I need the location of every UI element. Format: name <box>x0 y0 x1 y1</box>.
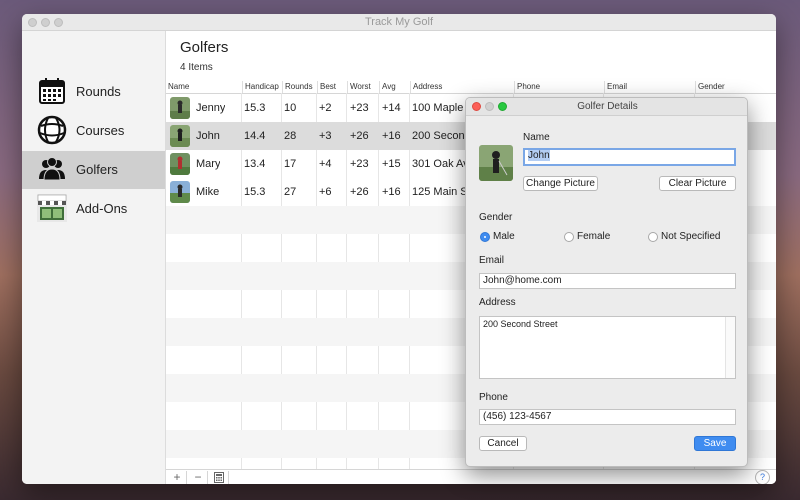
sidebar-item-label: Golfers <box>76 162 118 177</box>
minimize-window-button[interactable] <box>41 18 50 27</box>
clear-picture-button[interactable]: Clear Picture <box>659 176 736 191</box>
change-picture-button[interactable]: Change Picture <box>523 176 598 191</box>
globe-icon <box>36 114 68 146</box>
page-title: Golfers <box>180 39 229 56</box>
cell-handicap: 15.3 <box>244 102 266 114</box>
cell-worst: +26 <box>350 186 369 198</box>
calendar-icon <box>36 75 68 107</box>
cell-best: +3 <box>319 130 332 142</box>
cell-worst: +23 <box>350 102 369 114</box>
sidebar-item-label: Rounds <box>76 84 121 99</box>
cell-avg: +14 <box>382 102 401 114</box>
column-header-email[interactable]: Email <box>604 81 695 93</box>
name-field[interactable]: John <box>523 148 736 166</box>
dialog-title: Golfer Details <box>577 101 638 112</box>
dialog-zoom-button[interactable] <box>498 102 507 111</box>
dialog-minimize-button[interactable] <box>485 102 494 111</box>
people-icon <box>36 153 68 185</box>
address-scrollbar[interactable] <box>725 317 735 378</box>
gender-not-specified-label: Not Specified <box>661 231 721 242</box>
name-label: Name <box>523 132 550 143</box>
window-title: Track My Golf <box>364 16 434 28</box>
gender-label: Gender <box>479 212 513 223</box>
golfer-photo[interactable] <box>479 145 513 181</box>
address-field-value: 200 Second Street <box>483 319 558 329</box>
cell-name: John <box>196 130 220 142</box>
store-icon <box>36 192 68 224</box>
email-label: Email <box>479 255 505 266</box>
save-button[interactable]: Save <box>694 436 736 451</box>
cell-rounds: 10 <box>284 102 297 114</box>
address-field[interactable]: 200 Second Street <box>479 316 736 379</box>
gender-not-specified-radio[interactable] <box>648 232 658 242</box>
cell-avg: +15 <box>382 158 401 170</box>
avatar <box>170 153 190 175</box>
dialog-title-bar: Golfer Details <box>466 98 747 116</box>
remove-golfer-button[interactable]: − <box>189 471 208 484</box>
cell-worst: +23 <box>350 158 369 170</box>
cell-name: Mike <box>196 186 220 198</box>
help-button[interactable]: ? <box>755 470 770 484</box>
cell-rounds: 17 <box>284 158 297 170</box>
cell-handicap: 15.3 <box>244 186 266 198</box>
table-bottom-bar: + − ? <box>166 469 776 484</box>
cell-rounds: 27 <box>284 186 297 198</box>
add-golfer-button[interactable]: + <box>168 471 187 484</box>
address-label: Address <box>479 297 516 308</box>
avatar <box>170 125 190 147</box>
cell-best: +4 <box>319 158 332 170</box>
cell-best: +6 <box>319 186 332 198</box>
sidebar-item-label: Add-Ons <box>76 201 128 216</box>
gender-male-radio[interactable] <box>480 232 490 242</box>
name-field-value: John <box>528 150 550 161</box>
item-count: 4 Items <box>180 62 213 73</box>
column-header-handicap[interactable]: Handicap <box>242 81 282 93</box>
sidebar-item-golfers[interactable]: Golfers <box>22 151 165 189</box>
cell-handicap: 13.4 <box>244 158 266 170</box>
calculator-icon <box>214 472 224 483</box>
column-header-address[interactable]: Address <box>410 81 514 93</box>
column-header-rounds[interactable]: Rounds <box>282 81 317 93</box>
column-header-name[interactable]: Name <box>166 81 242 93</box>
title-bar: Track My Golf <box>22 14 776 31</box>
zoom-window-button[interactable] <box>54 18 63 27</box>
column-header-phone[interactable]: Phone <box>514 81 604 93</box>
avatar <box>170 97 190 119</box>
sidebar-item-add-ons[interactable]: Add-Ons <box>22 190 165 228</box>
cell-handicap: 14.4 <box>244 130 266 142</box>
column-header-worst[interactable]: Worst <box>347 81 379 93</box>
gender-female-label: Female <box>577 231 611 242</box>
gender-male-label: Male <box>493 231 515 242</box>
phone-field[interactable]: (456) 123-4567 <box>479 409 736 425</box>
gender-female-radio[interactable] <box>564 232 574 242</box>
cell-rounds: 28 <box>284 130 297 142</box>
calculator-button[interactable] <box>210 471 229 484</box>
column-header-gender[interactable]: Gender <box>695 81 776 93</box>
golfer-details-dialog: Golfer Details Name John Change Picture … <box>465 97 748 467</box>
phone-label: Phone <box>479 392 508 403</box>
cell-best: +2 <box>319 102 332 114</box>
column-header-avg[interactable]: Avg <box>379 81 410 93</box>
cell-name: Mary <box>196 158 221 170</box>
cell-avg: +16 <box>382 186 401 198</box>
dialog-close-button[interactable] <box>472 102 481 111</box>
email-field[interactable]: John@home.com <box>479 273 736 289</box>
sidebar: Rounds Courses Golfers Add-Ons <box>22 31 166 484</box>
avatar <box>170 181 190 203</box>
sidebar-item-label: Courses <box>76 123 125 138</box>
sidebar-item-courses[interactable]: Courses <box>22 112 165 150</box>
cell-worst: +26 <box>350 130 369 142</box>
cell-avg: +16 <box>382 130 401 142</box>
cell-name: Jenny <box>196 102 226 114</box>
column-header-best[interactable]: Best <box>317 81 347 93</box>
cancel-button[interactable]: Cancel <box>479 436 527 451</box>
table-header: Name Handicap Rounds Best Worst Avg Addr… <box>166 81 776 94</box>
close-window-button[interactable] <box>28 18 37 27</box>
sidebar-item-rounds[interactable]: Rounds <box>22 73 165 111</box>
